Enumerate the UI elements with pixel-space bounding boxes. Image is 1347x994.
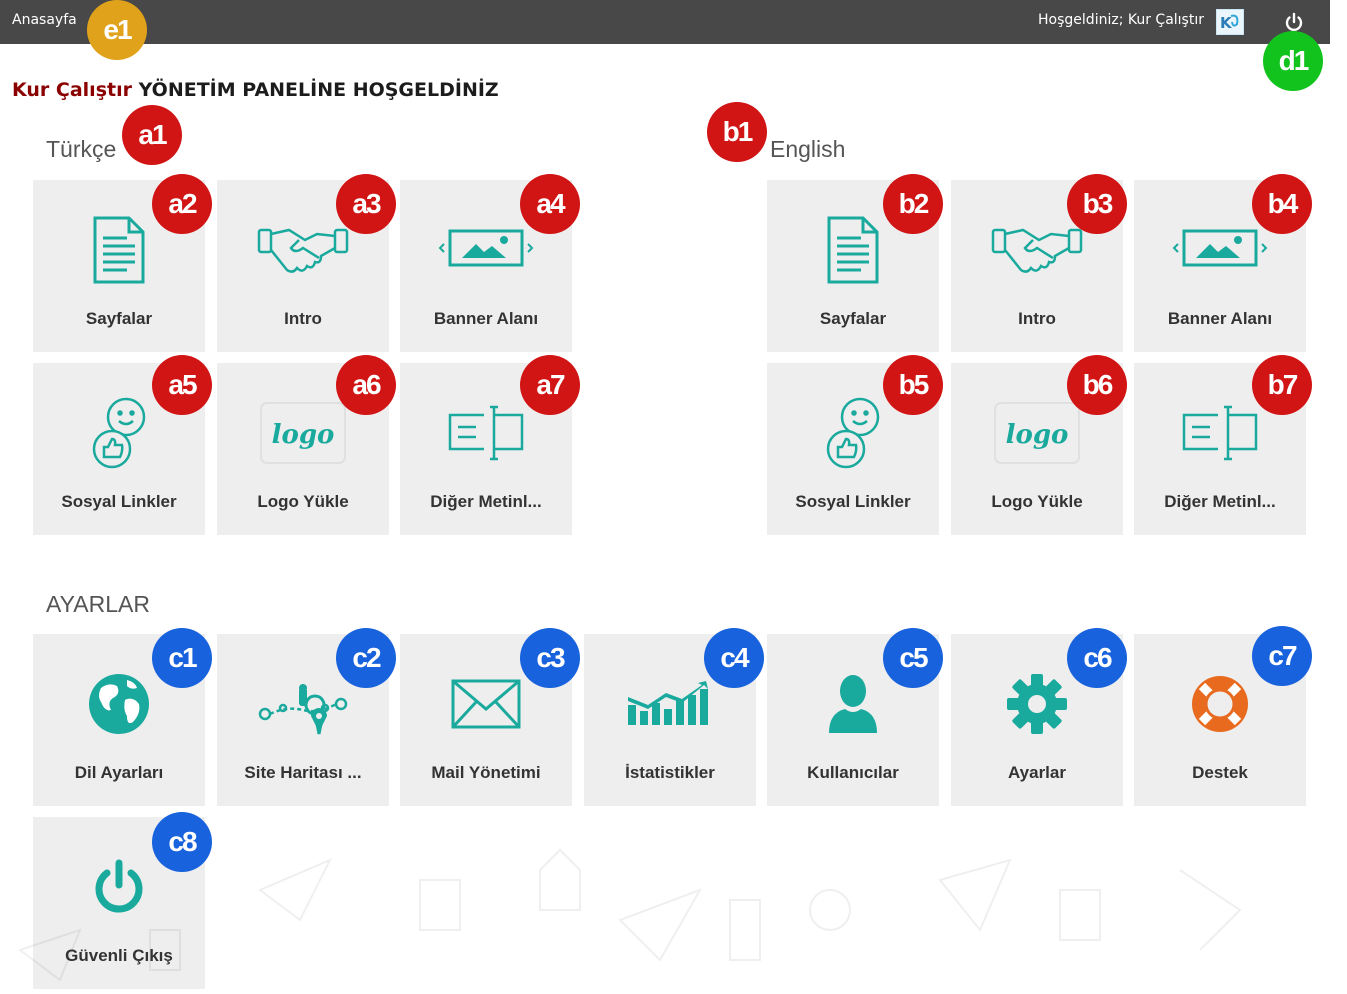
annotation-badge-a6: a6 xyxy=(336,355,396,415)
tile-label: Destek xyxy=(1192,763,1248,782)
annotation-badge-a1: a1 xyxy=(122,105,182,165)
page-title-brand: Kur Çalıştır xyxy=(12,79,132,101)
tile-label: Banner Alanı xyxy=(433,309,539,328)
user-logo-icon: K xyxy=(1216,9,1244,35)
annotation-badge-a2: a2 xyxy=(152,174,212,234)
annotation-badge-d1: d1 xyxy=(1263,31,1323,91)
section-title-ayarlar: AYARLAR xyxy=(46,591,150,617)
tile-label: Ayarlar xyxy=(1008,763,1066,782)
tile-label: Diğer Metinl... xyxy=(430,492,542,511)
annotation-badge-b7: b7 xyxy=(1252,355,1312,415)
tile-label: Dil Ayarları xyxy=(74,763,164,782)
annotation-badge-a3: a3 xyxy=(336,174,396,234)
tile-label: Intro xyxy=(284,309,322,328)
annotation-badge-a4: a4 xyxy=(520,174,580,234)
annotation-badge-b2: b2 xyxy=(883,174,943,234)
annotation-badge-c6: c6 xyxy=(1067,628,1127,688)
page-title-text: YÖNETİM PANELİNE HOŞGELDİNİZ xyxy=(138,79,499,101)
annotation-badge-c8: c8 xyxy=(152,812,212,872)
annotation-badge-b1: b1 xyxy=(707,102,767,162)
annotation-badge-c7: c7 xyxy=(1252,626,1312,686)
tile-label: Sosyal Linkler xyxy=(795,492,911,511)
top-bar: Anasayfa Hoşgeldiniz; Kur Çalıştır K xyxy=(0,0,1330,44)
welcome-text: Hoşgeldiniz; Kur Çalıştır xyxy=(1038,12,1204,28)
annotation-badge-b3: b3 xyxy=(1067,174,1127,234)
tile-label: Banner Alanı xyxy=(1167,309,1273,328)
page-title: Kur Çalıştır YÖNETİM PANELİNE HOŞGELDİNİ… xyxy=(12,79,499,101)
svg-text:logo: logo xyxy=(272,420,335,450)
tile-label: Mail Yönetimi xyxy=(431,763,541,782)
tile-label: Diğer Metinl... xyxy=(1164,492,1276,511)
tile-label: İstatistikler xyxy=(625,763,715,782)
annotation-badge-a7: a7 xyxy=(520,355,580,415)
annotation-badge-c2: c2 xyxy=(336,628,396,688)
svg-text:logo: logo xyxy=(1006,420,1069,450)
tile-label: Intro xyxy=(1018,309,1056,328)
home-link[interactable]: Anasayfa xyxy=(12,12,77,28)
annotation-badge-c3: c3 xyxy=(520,628,580,688)
annotation-badge-e1: e1 xyxy=(87,0,147,60)
tile-label: Logo Yükle xyxy=(257,492,349,511)
annotation-badge-b4: b4 xyxy=(1252,174,1312,234)
annotation-badge-c1: c1 xyxy=(152,628,212,688)
annotation-badge-a5: a5 xyxy=(152,355,212,415)
section-title-turkce: Türkçe xyxy=(46,136,117,162)
annotation-badge-b5: b5 xyxy=(883,355,943,415)
section-title-english: English xyxy=(770,136,846,162)
tile-label: Kullanıcılar xyxy=(807,763,899,782)
svg-text:K: K xyxy=(1220,14,1233,32)
tile-label: Site Haritası ... xyxy=(244,763,362,782)
annotation-badge-c4: c4 xyxy=(704,628,764,688)
annotation-badge-c5: c5 xyxy=(883,628,943,688)
tile-label: Sayfalar xyxy=(85,309,153,328)
tile-label: Sosyal Linkler xyxy=(61,492,177,511)
annotation-badge-b6: b6 xyxy=(1067,355,1127,415)
tile-label: Sayfalar xyxy=(819,309,887,328)
tile-label: Logo Yükle xyxy=(991,492,1083,511)
